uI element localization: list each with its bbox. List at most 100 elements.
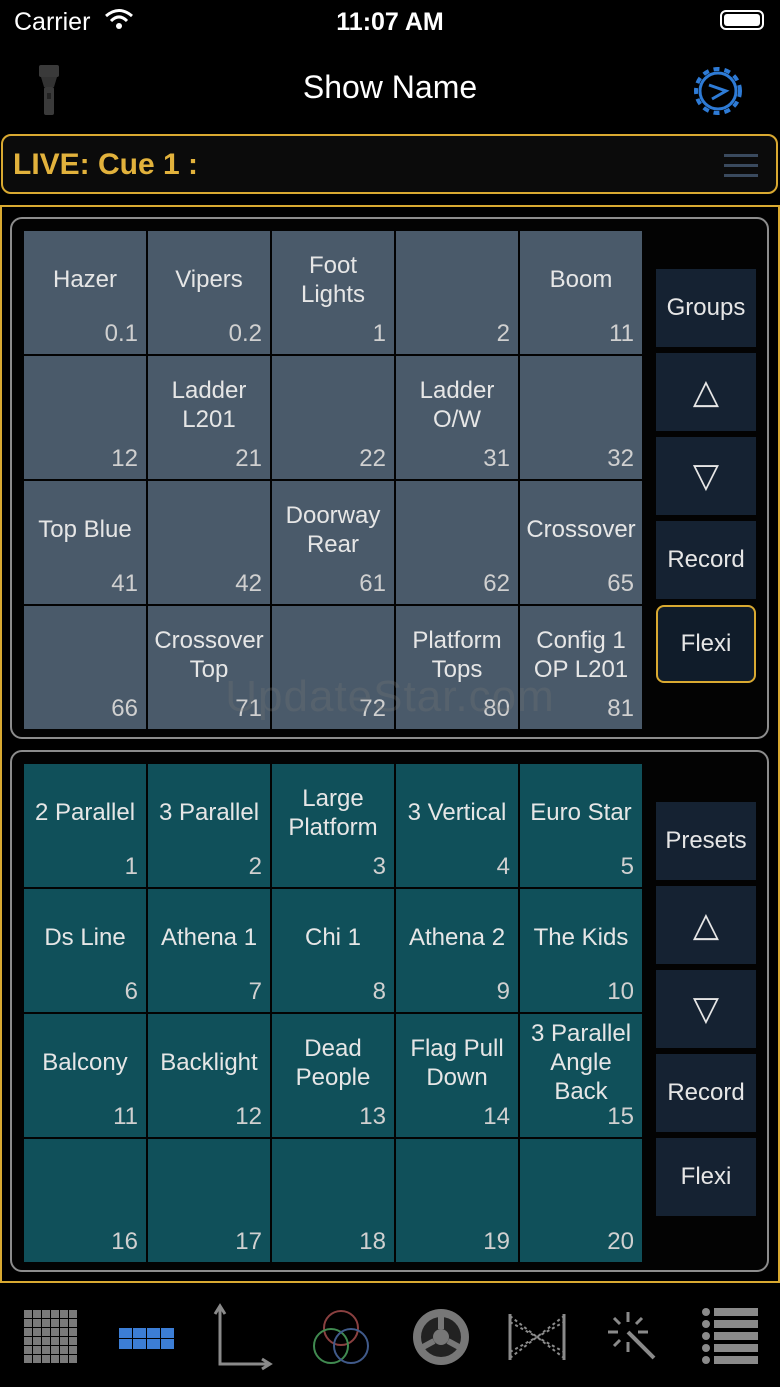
- tile-number: 17: [235, 1228, 262, 1255]
- presets-tile[interactable]: Euro Star 5: [520, 764, 642, 887]
- tile-name: 3 Parallel Angle Back: [530, 1020, 632, 1105]
- groups-tile[interactable]: Boom 11: [520, 231, 642, 354]
- crossfade-icon[interactable]: [502, 1302, 572, 1372]
- presets-tile[interactable]: 3 Vertical 4: [396, 764, 518, 887]
- tile-name: Athena 1: [160, 924, 258, 951]
- battery-icon: [720, 10, 764, 30]
- groups-tile[interactable]: 2: [396, 231, 518, 354]
- presets-tile[interactable]: 16: [24, 1139, 146, 1262]
- presets-tile[interactable]: The Kids 10: [520, 889, 642, 1012]
- groups-tile[interactable]: Config 1 OP L201 81: [520, 606, 642, 729]
- tile-name: Crossover Top: [154, 626, 264, 683]
- presets-tile[interactable]: 2 Parallel 1: [24, 764, 146, 887]
- presets-page-up-button[interactable]: △: [656, 886, 756, 964]
- tile-name: Chi 1: [304, 924, 362, 951]
- groups-page-up-button[interactable]: △: [656, 353, 756, 431]
- groups-tile[interactable]: Top Blue 41: [24, 481, 146, 604]
- presets-tile[interactable]: Athena 2 9: [396, 889, 518, 1012]
- groups-tile[interactable]: 22: [272, 356, 394, 479]
- groups-button[interactable]: Groups: [656, 269, 756, 347]
- presets-tile[interactable]: Athena 1 7: [148, 889, 270, 1012]
- tile-name: Ds Line: [44, 924, 126, 951]
- tile-number: 8: [372, 978, 386, 1005]
- tile-number: 65: [607, 570, 634, 597]
- tile-name: [272, 1139, 394, 1236]
- groups-tile[interactable]: Foot Lights 1: [272, 231, 394, 354]
- channel-grid-icon[interactable]: [14, 1302, 84, 1372]
- tile-number: 14: [483, 1103, 510, 1130]
- tile-number: 5: [620, 853, 634, 880]
- presets-button[interactable]: Presets: [656, 802, 756, 880]
- groups-flexi-button[interactable]: Flexi: [656, 605, 756, 683]
- tile-number: 22: [359, 445, 386, 472]
- tile-number: 13: [359, 1103, 386, 1130]
- groups-tile[interactable]: 32: [520, 356, 642, 479]
- tile-name: Platform Tops: [412, 626, 502, 683]
- tile-name: The Kids: [533, 924, 629, 951]
- presets-tile[interactable]: 18: [272, 1139, 394, 1262]
- groups-tile[interactable]: 72: [272, 606, 394, 729]
- presets-tile[interactable]: 20: [520, 1139, 642, 1262]
- tile-number: 15: [607, 1103, 634, 1130]
- tile-number: 62: [483, 570, 510, 597]
- groups-tile[interactable]: Vipers 0.2: [148, 231, 270, 354]
- axes-icon[interactable]: [208, 1302, 278, 1372]
- live-cue-bar[interactable]: LIVE: Cue 1 :: [1, 134, 778, 194]
- presets-tile[interactable]: 3 Parallel Angle Back 15: [520, 1014, 642, 1137]
- palette-tiles-icon[interactable]: [112, 1302, 182, 1372]
- groups-tile[interactable]: Crossover 65: [520, 481, 642, 604]
- presets-tile[interactable]: Dead People 13: [272, 1014, 394, 1137]
- groups-tile[interactable]: 66: [24, 606, 146, 729]
- groups-tile[interactable]: 42: [148, 481, 270, 604]
- tile-name: [24, 606, 146, 703]
- effects-wand-icon[interactable]: [598, 1302, 668, 1372]
- tile-name: Foot Lights: [300, 251, 366, 308]
- settings-gear-icon[interactable]: [692, 65, 744, 122]
- presets-tile[interactable]: 17: [148, 1139, 270, 1262]
- tile-number: 80: [483, 695, 510, 722]
- groups-tile[interactable]: Platform Tops 80: [396, 606, 518, 729]
- presets-flexi-button[interactable]: Flexi: [656, 1138, 756, 1216]
- tile-number: 11: [609, 320, 634, 347]
- tile-number: 72: [359, 695, 386, 722]
- tile-number: 0.1: [104, 320, 138, 347]
- page-title: Show Name: [302, 69, 478, 105]
- tile-number: 7: [248, 978, 262, 1005]
- groups-tile[interactable]: Hazer 0.1: [24, 231, 146, 354]
- groups-page-down-button[interactable]: ▽: [656, 437, 756, 515]
- presets-panel: 2 Parallel 1 3 Parallel 2 Large Platform 3 3 V…: [10, 750, 769, 1272]
- tile-name: Doorway Rear: [285, 501, 381, 558]
- tile-name: Crossover: [526, 516, 636, 543]
- tile-name: Backlight: [160, 1049, 258, 1076]
- tile-name: Boom: [549, 266, 613, 293]
- tile-number: 11: [113, 1103, 138, 1130]
- presets-tile[interactable]: Chi 1 8: [272, 889, 394, 1012]
- presets-tile[interactable]: Large Platform 3: [272, 764, 394, 887]
- groups-tile[interactable]: Ladder O/W 31: [396, 356, 518, 479]
- presets-tile[interactable]: 19: [396, 1139, 518, 1262]
- presets-tile[interactable]: Backlight 12: [148, 1014, 270, 1137]
- live-cue-label: LIVE: Cue 1 :: [13, 148, 199, 181]
- groups-tile[interactable]: Crossover Top 71: [148, 606, 270, 729]
- presets-tile[interactable]: Flag Pull Down 14: [396, 1014, 518, 1137]
- tile-name: Flag Pull Down: [410, 1034, 504, 1091]
- tile-number: 0.2: [228, 320, 262, 347]
- tile-name: [148, 1139, 270, 1236]
- groups-tile[interactable]: 12: [24, 356, 146, 479]
- groups-tile[interactable]: Ladder L201 21: [148, 356, 270, 479]
- cue-list-icon[interactable]: [696, 1302, 766, 1372]
- presets-tile[interactable]: 3 Parallel 2: [148, 764, 270, 887]
- presets-tile[interactable]: Balcony 11: [24, 1014, 146, 1137]
- groups-tile[interactable]: Doorway Rear 61: [272, 481, 394, 604]
- presets-tile[interactable]: Ds Line 6: [24, 889, 146, 1012]
- groups-tile[interactable]: 62: [396, 481, 518, 604]
- presets-record-button[interactable]: Record: [656, 1054, 756, 1132]
- presets-page-down-button[interactable]: ▽: [656, 970, 756, 1048]
- tile-number: 12: [111, 445, 138, 472]
- menu-lines-icon[interactable]: [724, 154, 758, 184]
- groups-record-button[interactable]: Record: [656, 521, 756, 599]
- gobo-wheel-icon[interactable]: [406, 1302, 476, 1372]
- tile-number: 61: [359, 570, 386, 597]
- color-mix-icon[interactable]: [306, 1302, 376, 1372]
- tile-number: 19: [483, 1228, 510, 1255]
